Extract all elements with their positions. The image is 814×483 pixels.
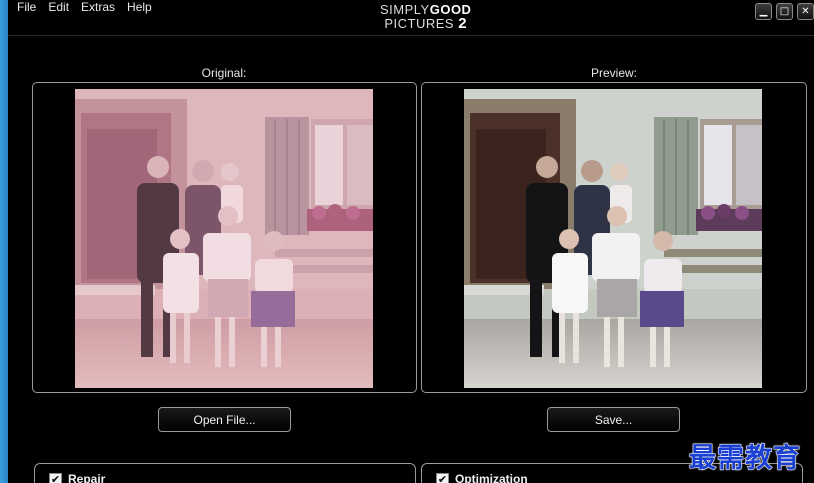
logo-simply: SIMPLY [380, 2, 430, 17]
logo-version: 2 [458, 15, 468, 32]
logo-pictures: PICTURES [384, 16, 455, 31]
maximize-icon[interactable]: □ [776, 3, 793, 20]
repair-checkbox[interactable]: ✔ [49, 473, 62, 483]
repair-group: ✔ Repair [34, 463, 416, 483]
title-bar: File Edit Extras Help SIMPLYGOOD PICTURE… [8, 0, 814, 36]
minimize-icon[interactable]: ▁ [755, 3, 772, 20]
open-file-button[interactable]: Open File... [158, 407, 291, 432]
close-icon[interactable]: ✕ [797, 3, 814, 20]
desktop-window-edge [0, 0, 8, 483]
menu-bar: File Edit Extras Help [17, 0, 164, 14]
original-photo [75, 89, 373, 388]
optimization-label: Optimization [455, 472, 528, 483]
original-label: Original: [201, 66, 247, 80]
save-button[interactable]: Save... [547, 407, 680, 432]
menu-file[interactable]: File [17, 0, 36, 14]
original-panel [32, 82, 417, 393]
watermark-text: 最需教育 [689, 443, 801, 475]
menu-extras[interactable]: Extras [81, 0, 115, 14]
optimization-checkbox[interactable]: ✔ [436, 473, 449, 483]
window-controls: ▁ □ ✕ [755, 3, 814, 20]
preview-photo [464, 89, 762, 388]
preview-label: Preview: [590, 66, 637, 80]
repair-label: Repair [68, 472, 106, 483]
app-logo: SIMPLYGOOD PICTURES 2 [380, 2, 471, 32]
preview-panel [421, 82, 807, 393]
menu-edit[interactable]: Edit [48, 0, 69, 14]
menu-help[interactable]: Help [127, 0, 152, 14]
